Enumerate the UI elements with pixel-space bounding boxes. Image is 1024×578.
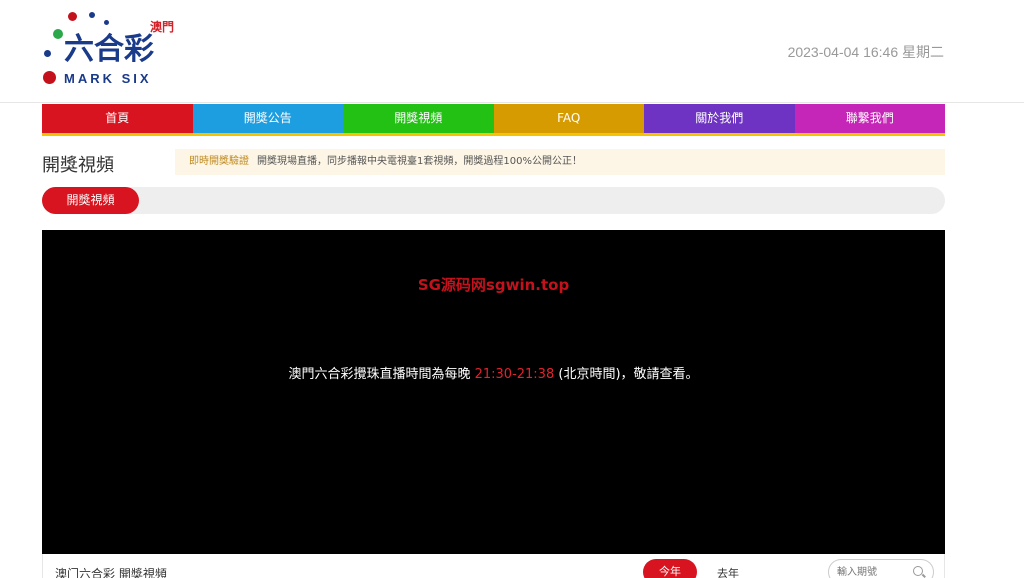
video-player[interactable]: SG源码网sgwin.top 澳門六合彩攪珠直播時間為每晚 21:30-21:3… bbox=[42, 230, 945, 554]
broadcast-message-suffix: (北京時間)，敬請查看。 bbox=[554, 367, 699, 382]
broadcast-time: 21:30-21:38 bbox=[474, 367, 555, 382]
page-title: 開獎視頻 bbox=[42, 155, 114, 176]
logo-english-text: MARK SIX bbox=[64, 71, 152, 86]
current-datetime: 2023-04-04 16:46 星期二 bbox=[787, 44, 944, 60]
search-icon[interactable] bbox=[913, 566, 923, 576]
nav-item[interactable]: 聯繫我們 bbox=[794, 104, 945, 133]
logo-chinese-text: 六合彩 bbox=[64, 32, 154, 67]
logo-dot bbox=[53, 29, 63, 39]
nav-item[interactable]: 開獎視頻 bbox=[343, 104, 494, 133]
logo-dot bbox=[104, 20, 109, 25]
video-list-header: 澳门六合彩 開獎視頻 今年 去年 bbox=[42, 554, 945, 578]
logo-dot bbox=[89, 12, 95, 18]
nav-item[interactable]: FAQ bbox=[493, 104, 644, 133]
this-year-button[interactable]: 今年 bbox=[643, 559, 697, 578]
header: 澳門 六合彩 MARK SIX 2023-04-04 16:46 星期二 bbox=[0, 0, 1024, 103]
logo-dot bbox=[44, 50, 51, 57]
video-list-title: 澳门六合彩 開獎視頻 bbox=[55, 567, 167, 578]
notice-banner: 即時開獎驗證 開獎現場直播，同步播報中央電視臺1套視頻，開獎過程100%公開公正！ bbox=[175, 149, 945, 175]
tab-bar: 開獎視頻 bbox=[42, 187, 945, 214]
broadcast-time-message: 澳門六合彩攪珠直播時間為每晚 21:30-21:38 (北京時間)，敬請查看。 bbox=[42, 363, 945, 382]
logo[interactable]: 澳門 六合彩 MARK SIX bbox=[40, 8, 180, 92]
notice-highlight[interactable]: 即時開獎驗證 bbox=[189, 156, 249, 167]
tab-draw-video[interactable]: 開獎視頻 bbox=[42, 187, 139, 214]
nav-item[interactable]: 關於我們 bbox=[644, 104, 795, 133]
main-nav: 首頁 開獎公告 開獎視頻 FAQ 關於我們 聯繫我們 bbox=[42, 104, 945, 136]
broadcast-message-prefix: 澳門六合彩攪珠直播時間為每晚 bbox=[288, 367, 475, 382]
last-year-button[interactable]: 去年 bbox=[717, 565, 739, 578]
nav-item[interactable]: 首頁 bbox=[42, 104, 193, 133]
nav-item[interactable]: 開獎公告 bbox=[192, 104, 343, 133]
watermark-text: SG源码网sgwin.top bbox=[417, 276, 570, 294]
notice-text: 開獎現場直播，同步播報中央電視臺1套視頻，開獎過程100%公開公正！ bbox=[257, 156, 582, 167]
logo-dot bbox=[43, 71, 56, 84]
logo-dot bbox=[68, 12, 77, 21]
